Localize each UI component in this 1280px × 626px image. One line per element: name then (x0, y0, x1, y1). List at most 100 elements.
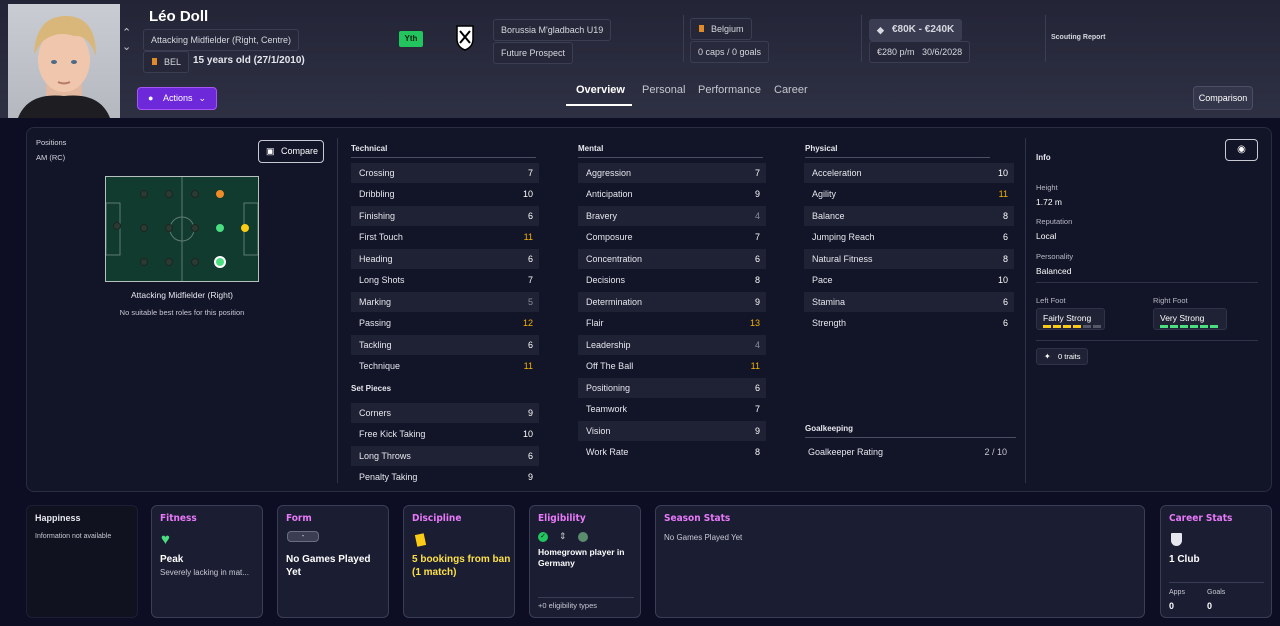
attr-vision[interactable]: Vision 9 (578, 421, 766, 441)
happiness-text: Information not available (35, 533, 112, 540)
attr-determination[interactable]: Determination 9 (578, 292, 766, 312)
attr-positioning[interactable]: Positioning 6 (578, 378, 766, 398)
mental-header: Mental (578, 144, 763, 158)
form-card[interactable]: Form - No Games Played Yet (277, 505, 389, 618)
traits-button[interactable]: ✦ 0 traits (1036, 348, 1088, 365)
season-stats-text: No Games Played Yet (664, 533, 743, 542)
position-dot-amr-left[interactable] (216, 190, 224, 198)
foot-bar (1083, 325, 1091, 328)
attr-marking[interactable]: Marking 5 (351, 292, 539, 312)
attr-bravery[interactable]: Bravery 4 (578, 206, 766, 226)
attr-crossing[interactable]: Crossing 7 (351, 163, 539, 183)
attr-corners[interactable]: Corners 9 (351, 403, 539, 423)
form-badge: - (287, 531, 319, 542)
value-chip[interactable]: ◆ €80K - €240K (869, 19, 963, 41)
position-dot[interactable] (140, 190, 148, 198)
comparison-button[interactable]: Comparison (1193, 86, 1253, 110)
attr-strength[interactable]: Strength 6 (804, 313, 1014, 333)
tab-performance[interactable]: Performance (698, 84, 761, 96)
position-dot[interactable] (165, 258, 173, 266)
club-crest-icon[interactable] (456, 25, 474, 51)
attr-stamina[interactable]: Stamina 6 (804, 292, 1014, 312)
tab-career[interactable]: Career (774, 84, 808, 96)
attr-natural-fitness[interactable]: Natural Fitness 8 (804, 249, 1014, 269)
position-dot[interactable] (165, 224, 173, 232)
tab-personal[interactable]: Personal (642, 84, 685, 96)
foreign-icon: ⇕ (559, 531, 567, 541)
attr-free-kick[interactable]: Free Kick Taking 10 (351, 424, 539, 444)
position-dot[interactable] (140, 224, 148, 232)
attr-technique[interactable]: Technique 11 (351, 356, 539, 376)
tab-overview[interactable]: Overview (576, 84, 625, 96)
fitness-card[interactable]: Fitness ♥ Peak Severely lacking in mat..… (151, 505, 263, 618)
attr-acceleration[interactable]: Acceleration 10 (804, 163, 1014, 183)
attr-long-throws[interactable]: Long Throws 6 (351, 446, 539, 466)
divider (1169, 582, 1264, 583)
player-age: 15 years old (27/1/2010) (193, 55, 305, 66)
attr-penalty[interactable]: Penalty Taking 9 (351, 467, 539, 487)
position-dot[interactable] (191, 258, 199, 266)
career-clubs: 1 Club (1169, 554, 1200, 565)
pitch-lines (106, 177, 258, 281)
attr-passing[interactable]: Passing 12 (351, 313, 539, 333)
info-settings-button[interactable]: ◉ (1225, 139, 1258, 161)
actions-button[interactable]: ● Actions ⌄ (137, 87, 217, 110)
player-name: Léo Doll (149, 8, 209, 25)
club-chip[interactable]: Borussia M'gladbach U19 (493, 19, 612, 41)
career-stats-card[interactable]: Career Stats 1 Club Apps 0 Goals 0 (1160, 505, 1272, 618)
attr-work-rate[interactable]: Work Rate 8 (578, 442, 766, 462)
attr-leadership[interactable]: Leadership 4 (578, 335, 766, 355)
happiness-card[interactable]: Happiness Information not available (26, 505, 138, 618)
attr-jumping-reach[interactable]: Jumping Reach 6 (804, 227, 1014, 247)
position-dot-amc[interactable] (216, 224, 224, 232)
attr-decisions[interactable]: Decisions 8 (578, 270, 766, 290)
attr-aggression[interactable]: Aggression 7 (578, 163, 766, 183)
eligibility-card[interactable]: Eligibility ✓ ⇕ Homegrown player in Germ… (529, 505, 641, 618)
attr-agility[interactable]: Agility 11 (804, 184, 1014, 204)
attr-off-the-ball[interactable]: Off The Ball 11 (578, 356, 766, 376)
goalkeeper-rating[interactable]: Goalkeeper Rating 2 / 10 (800, 442, 1013, 462)
set-pieces-header: Set Pieces (351, 384, 392, 393)
homegrown-icon (578, 532, 588, 542)
attr-anticipation[interactable]: Anticipation 9 (578, 184, 766, 204)
left-foot-value: Fairly Strong (1043, 313, 1092, 323)
position-dot[interactable] (140, 258, 148, 266)
attr-first-touch[interactable]: First Touch 11 (351, 227, 539, 247)
physical-header: Physical (805, 144, 990, 158)
status-chip: Future Prospect (493, 42, 574, 64)
country-chip[interactable]: Belgium (690, 18, 752, 40)
eligibility-types-link[interactable]: +0 eligibility types (538, 601, 597, 610)
yellow-card-icon (414, 533, 427, 547)
nation-chip[interactable]: BEL (143, 51, 190, 73)
heart-icon: ♥ (161, 531, 170, 548)
attr-pace[interactable]: Pace 10 (804, 270, 1014, 290)
discipline-card[interactable]: Discipline 5 bookings from ban (1 match) (403, 505, 515, 618)
attr-teamwork[interactable]: Teamwork 7 (578, 399, 766, 419)
reputation-label: Reputation (1036, 217, 1073, 226)
attr-tackling[interactable]: Tackling 6 (351, 335, 539, 355)
attr-composure[interactable]: Composure 7 (578, 227, 766, 247)
attr-long-shots[interactable]: Long Shots 7 (351, 270, 539, 290)
attr-flair[interactable]: Flair 13 (578, 313, 766, 333)
attr-heading[interactable]: Heading 6 (351, 249, 539, 269)
chevron-down-icon[interactable]: ⌄ (122, 40, 131, 53)
actions-label: Actions (163, 93, 193, 103)
position-dot-amr-selected[interactable] (214, 256, 226, 268)
position-dot[interactable] (165, 190, 173, 198)
personality-value: Balanced (1036, 266, 1072, 276)
positions-label: Positions (36, 138, 67, 147)
season-stats-card[interactable]: Season Stats No Games Played Yet (655, 505, 1145, 618)
attr-dribbling[interactable]: Dribbling 10 (351, 184, 539, 204)
attr-concentration[interactable]: Concentration 6 (578, 249, 766, 269)
compare-button[interactable]: ▣ Compare (258, 140, 324, 163)
position-dot[interactable] (113, 222, 121, 230)
scouting-report-link[interactable]: Scouting Report (1051, 34, 1105, 41)
season-stats-title: Season Stats (664, 513, 731, 524)
foot-bar (1190, 325, 1198, 328)
position-dot[interactable] (191, 224, 199, 232)
chevron-up-icon[interactable]: ⌃ (122, 26, 131, 39)
attr-finishing[interactable]: Finishing 6 (351, 206, 539, 226)
position-dot[interactable] (191, 190, 199, 198)
position-dot-st[interactable] (241, 224, 249, 232)
attr-balance[interactable]: Balance 8 (804, 206, 1014, 226)
